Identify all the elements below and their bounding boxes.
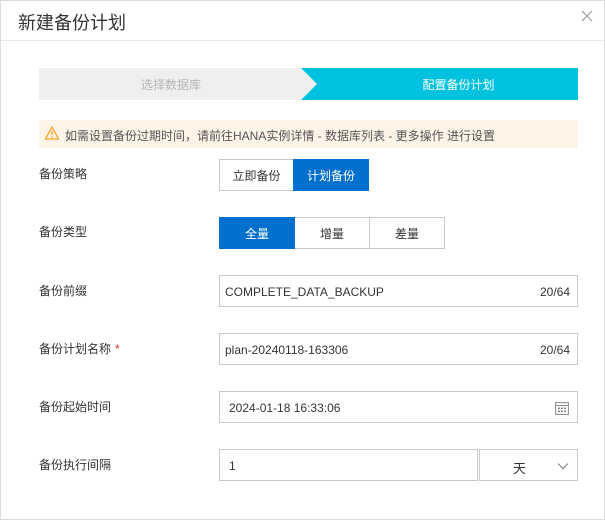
calendar-icon[interactable] [555,401,569,415]
step-progress: 选择数据库 配置备份计划 [39,68,578,100]
full-backup-button[interactable]: 全量 [219,217,295,249]
plan-name-label-text: 备份计划名称 [39,342,112,356]
warning-icon [45,126,59,140]
step-select-database: 选择数据库 [140,78,201,92]
plan-name-value: plan-20240118-163306 [225,343,349,357]
prefix-char-count: 20/64 [539,285,570,299]
interval-unit-value: 天 [513,461,527,476]
alert-text: 如需设置备份过期时间，请前往HANA实例详情 - 数据库列表 - 更多操作 进行… [65,129,496,143]
chevron-down-icon [557,463,569,470]
close-icon[interactable] [578,7,596,25]
plan-name-label: 备份计划名称 * [39,340,120,357]
start-time-value: 2024-01-18 16:33:06 [229,401,341,415]
interval-input[interactable]: 1 [219,449,478,481]
strategy-toggle: 立即备份 计划备份 [219,159,369,191]
dialog-title: 新建备份计划 [18,13,126,33]
interval-label: 备份执行间隔 [39,458,112,472]
scheduled-backup-button[interactable]: 计划备份 [293,159,369,191]
interval-value: 1 [229,459,236,473]
type-toggle: 全量 增量 差量 [219,217,445,249]
immediate-backup-button[interactable]: 立即备份 [219,159,294,191]
start-time-label: 备份起始时间 [39,400,112,414]
prefix-value: COMPLETE_DATA_BACKUP [225,285,384,299]
type-label: 备份类型 [39,225,88,239]
required-mark: * [115,342,120,356]
prefix-input[interactable]: COMPLETE_DATA_BACKUP 20/64 [219,275,578,307]
plan-name-input[interactable]: plan-20240118-163306 20/64 [219,333,578,365]
interval-unit-select[interactable]: 天 [479,449,578,481]
start-time-picker[interactable]: 2024-01-18 16:33:06 [219,391,578,423]
step-configure-plan: 配置备份计划 [422,78,495,92]
incremental-backup-button[interactable]: 增量 [294,217,370,249]
new-backup-plan-dialog: 新建备份计划 选择数据库 配置备份计划 如需设置备份过期时间，请前往HANA实例… [0,0,605,520]
alert-banner: 如需设置备份过期时间，请前往HANA实例详情 - 数据库列表 - 更多操作 进行… [39,120,578,148]
differential-backup-button[interactable]: 差量 [369,217,445,249]
strategy-label: 备份策略 [39,167,88,181]
dialog-header: 新建备份计划 [1,1,604,41]
prefix-label: 备份前缀 [39,284,88,298]
plan-name-char-count: 20/64 [539,343,570,357]
